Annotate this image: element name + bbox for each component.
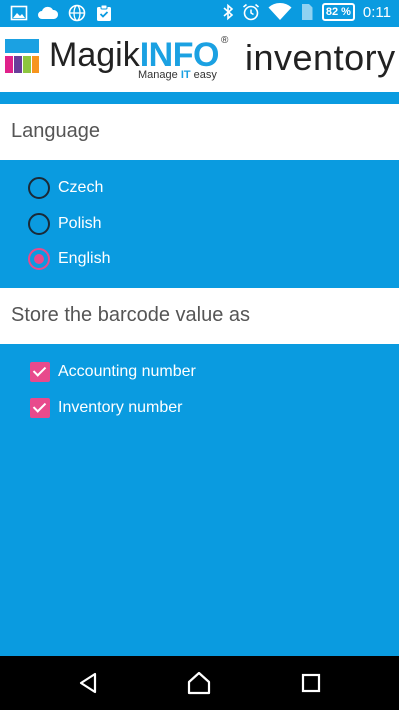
checkbox-option-inventory-number[interactable]: Inventory number [28, 393, 183, 423]
battery-indicator: 82 % [321, 3, 355, 21]
language-title: Language [11, 120, 100, 142]
registered-mark: ® [221, 35, 229, 46]
language-section-header: Language [0, 104, 399, 160]
app-header: MagikINFO ® Manage IT easy inventory [0, 27, 399, 92]
option-label: Accounting number [58, 363, 196, 380]
tagline-it: IT [180, 69, 191, 81]
clock: 0:11 [362, 3, 391, 21]
checkbox-option-accounting-number[interactable]: Accounting number [28, 357, 196, 387]
radio-button[interactable] [28, 177, 50, 199]
tagline-start: Manage [138, 69, 181, 81]
status-bar: 82 % 0:11 [0, 0, 399, 27]
barcode-section-header: Store the barcode value as [0, 288, 399, 344]
radio-button-selected[interactable] [28, 248, 50, 270]
option-label: Czech [58, 179, 104, 196]
bluetooth-icon [223, 3, 234, 21]
radio-option-english[interactable]: English [28, 244, 110, 274]
image-icon [10, 5, 28, 21]
radio-option-polish[interactable]: Polish [28, 209, 102, 239]
cloud-icon [38, 6, 59, 19]
checkbox-checked[interactable] [30, 398, 50, 418]
checkbox-checked[interactable] [30, 362, 50, 382]
navigation-bar [0, 656, 399, 710]
barcode-title: Store the barcode value as [11, 304, 251, 326]
radio-button[interactable] [28, 213, 50, 235]
sim-icon [301, 4, 313, 20]
option-label: Polish [58, 215, 102, 232]
option-label: English [58, 250, 111, 267]
alarm-icon [242, 3, 259, 21]
header-divider [0, 92, 399, 104]
clipboard-icon [97, 4, 111, 21]
system-icons: 82 % 0:11 [222, 3, 391, 21]
magikinfo-logo-icon [5, 39, 39, 73]
home-icon[interactable] [186, 670, 212, 696]
tagline: Manage IT easy [138, 69, 217, 81]
wifi-icon [268, 3, 292, 20]
option-label: Inventory number [58, 399, 183, 416]
notification-icons [10, 4, 113, 22]
recents-icon[interactable] [298, 670, 324, 696]
globe-icon [68, 4, 86, 22]
brand-magik: Magik [49, 36, 140, 74]
radio-option-czech[interactable]: Czech [28, 173, 103, 203]
back-icon[interactable] [76, 670, 102, 696]
tagline-end: easy [190, 69, 217, 81]
product-name: inventory [245, 37, 396, 78]
